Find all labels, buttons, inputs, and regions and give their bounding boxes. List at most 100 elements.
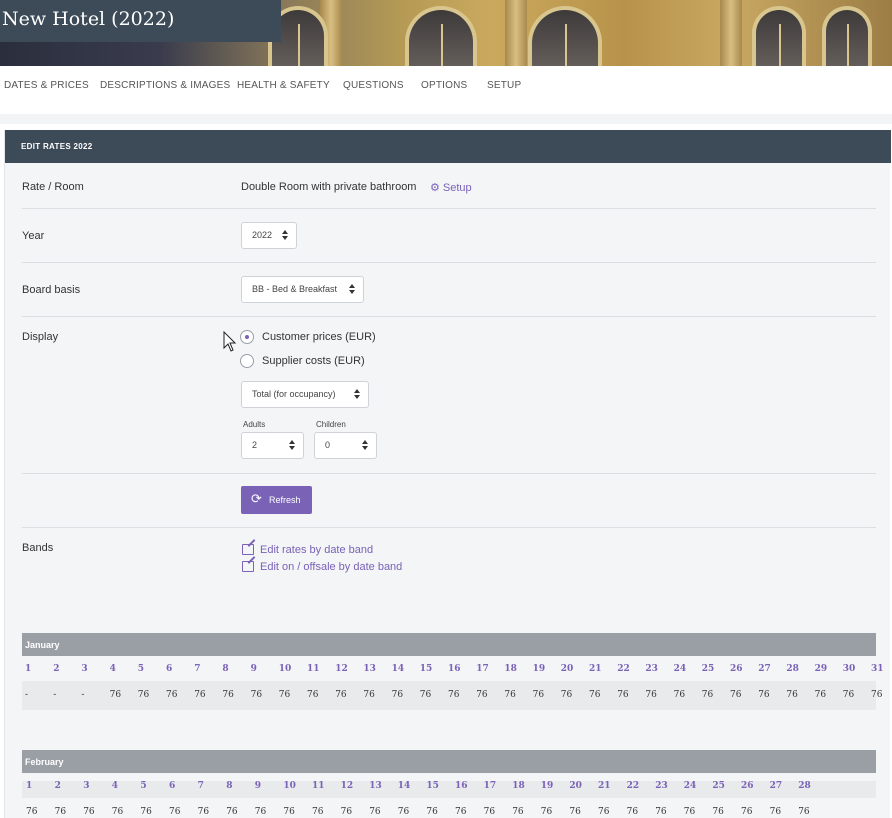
- calendar-day[interactable]: 8: [226, 781, 232, 791]
- calendar-day[interactable]: 31: [871, 664, 884, 674]
- radio-customer-prices[interactable]: [240, 330, 254, 344]
- calendar-day[interactable]: 26: [741, 781, 754, 791]
- rate-value: 76: [455, 807, 467, 817]
- display-mode-select[interactable]: Total (for occupancy): [241, 381, 369, 408]
- select-caret-icon: [289, 440, 295, 452]
- rate-value: 76: [111, 807, 124, 817]
- calendar-day[interactable]: 8: [222, 664, 228, 674]
- calendar-day[interactable]: 10: [279, 664, 292, 674]
- rate-value: 76: [560, 690, 573, 700]
- calendar-day[interactable]: 11: [312, 781, 325, 791]
- rate-value: 76: [226, 807, 238, 817]
- calendar-day[interactable]: 5: [138, 664, 144, 674]
- tab-questions[interactable]: QUESTIONS: [343, 80, 404, 91]
- calendar-day[interactable]: 27: [770, 781, 783, 791]
- rate-value: 76: [197, 807, 210, 817]
- children-select[interactable]: 0: [314, 432, 377, 459]
- calendar-day[interactable]: 25: [712, 781, 725, 791]
- calendar-day[interactable]: 21: [589, 664, 602, 674]
- calendar-day[interactable]: 9: [251, 664, 257, 674]
- section-gap: [0, 114, 892, 124]
- tab-options[interactable]: OPTIONS: [421, 80, 467, 91]
- rate-room-value: Double Room with private bathroom: [241, 181, 417, 193]
- calendar-day[interactable]: 6: [169, 781, 175, 791]
- calendar-day[interactable]: 22: [617, 664, 630, 674]
- refresh-button[interactable]: ⟳ Refresh: [241, 486, 312, 514]
- calendar-day[interactable]: 26: [730, 664, 743, 674]
- calendar-day[interactable]: 4: [110, 664, 116, 674]
- rate-value: 76: [83, 807, 95, 817]
- calendar-day[interactable]: 23: [645, 664, 658, 674]
- rate-value: 76: [758, 690, 770, 700]
- calendar-day[interactable]: 13: [363, 664, 376, 674]
- calendar-day[interactable]: 1: [26, 781, 32, 791]
- calendar-day[interactable]: 28: [786, 664, 799, 674]
- calendar-day[interactable]: 4: [112, 781, 118, 791]
- calendar-day[interactable]: 2: [53, 664, 59, 674]
- calendar-day[interactable]: 6: [166, 664, 172, 674]
- rate-value: 76: [283, 807, 295, 817]
- rate-value: 76: [741, 807, 753, 817]
- month-name: February: [25, 757, 64, 767]
- tab-descriptions-images[interactable]: DESCRIPTIONS & IMAGES: [100, 80, 230, 91]
- rate-value: 76: [540, 807, 553, 817]
- calendar-day[interactable]: 30: [843, 664, 856, 674]
- board-basis-select[interactable]: BB - Bed & Breakfast: [241, 276, 364, 303]
- calendar-day[interactable]: 18: [504, 664, 517, 674]
- calendar-day[interactable]: 16: [448, 664, 461, 674]
- calendar-day[interactable]: 10: [283, 781, 296, 791]
- board-basis-label: Board basis: [22, 284, 81, 296]
- rate-value: 76: [504, 690, 516, 700]
- calendar-day[interactable]: 15: [426, 781, 439, 791]
- rate-value: 76: [871, 690, 883, 700]
- calendar-day[interactable]: 11: [307, 664, 320, 674]
- calendar-day[interactable]: 17: [476, 664, 489, 674]
- radio-supplier-costs[interactable]: [240, 354, 254, 368]
- calendar-day[interactable]: 3: [83, 781, 89, 791]
- rate-value: 76: [701, 690, 714, 700]
- calendar-day[interactable]: 14: [392, 664, 405, 674]
- calendar-day[interactable]: 5: [140, 781, 146, 791]
- calendar-day[interactable]: 29: [815, 664, 828, 674]
- calendar-day[interactable]: 20: [561, 664, 574, 674]
- calendar-day[interactable]: 3: [81, 664, 87, 674]
- calendar-day[interactable]: 27: [758, 664, 771, 674]
- calendar-day[interactable]: 19: [533, 664, 546, 674]
- calendar-day[interactable]: 17: [484, 781, 497, 791]
- calendar-day[interactable]: 1: [25, 664, 31, 674]
- rate-value: -: [81, 690, 85, 700]
- calendar-day[interactable]: 9: [255, 781, 261, 791]
- tab-health-safety[interactable]: HEALTH & SAFETY: [237, 80, 330, 91]
- calendar-day[interactable]: 16: [455, 781, 468, 791]
- calendar-day[interactable]: 15: [420, 664, 433, 674]
- adults-select[interactable]: 2: [241, 432, 304, 459]
- board-basis-select-value: BB - Bed & Breakfast: [252, 284, 338, 294]
- calendar-day[interactable]: 13: [369, 781, 382, 791]
- setup-link[interactable]: ⚙ Setup: [430, 181, 472, 194]
- divider: [22, 473, 876, 474]
- calendar-day[interactable]: 23: [655, 781, 668, 791]
- calendar-day[interactable]: 24: [674, 664, 687, 674]
- calendar-day[interactable]: 24: [684, 781, 697, 791]
- tab-dates-prices[interactable]: DATES & PRICES: [4, 80, 89, 91]
- calendar-day[interactable]: 28: [798, 781, 811, 791]
- calendar-day[interactable]: 19: [541, 781, 554, 791]
- calendar-day[interactable]: 20: [569, 781, 582, 791]
- calendar-day[interactable]: 12: [341, 781, 354, 791]
- tab-setup[interactable]: SETUP: [487, 80, 521, 91]
- rate-value: 76: [512, 807, 524, 817]
- calendar-day[interactable]: 12: [335, 664, 348, 674]
- calendar-day[interactable]: 2: [55, 781, 61, 791]
- calendar-day[interactable]: 7: [198, 781, 204, 791]
- rate-value: 76: [363, 690, 375, 700]
- calendar-day[interactable]: 18: [512, 781, 525, 791]
- rate-value: 76: [278, 690, 291, 700]
- year-select[interactable]: 2022: [241, 222, 297, 249]
- edit-rates-by-band-label: Edit rates by date band: [260, 544, 374, 556]
- page-title: New Hotel (2022): [2, 8, 175, 30]
- calendar-day[interactable]: 7: [194, 664, 200, 674]
- calendar-day[interactable]: 21: [598, 781, 611, 791]
- calendar-day[interactable]: 25: [702, 664, 715, 674]
- calendar-day[interactable]: 22: [627, 781, 640, 791]
- calendar-day[interactable]: 14: [398, 781, 411, 791]
